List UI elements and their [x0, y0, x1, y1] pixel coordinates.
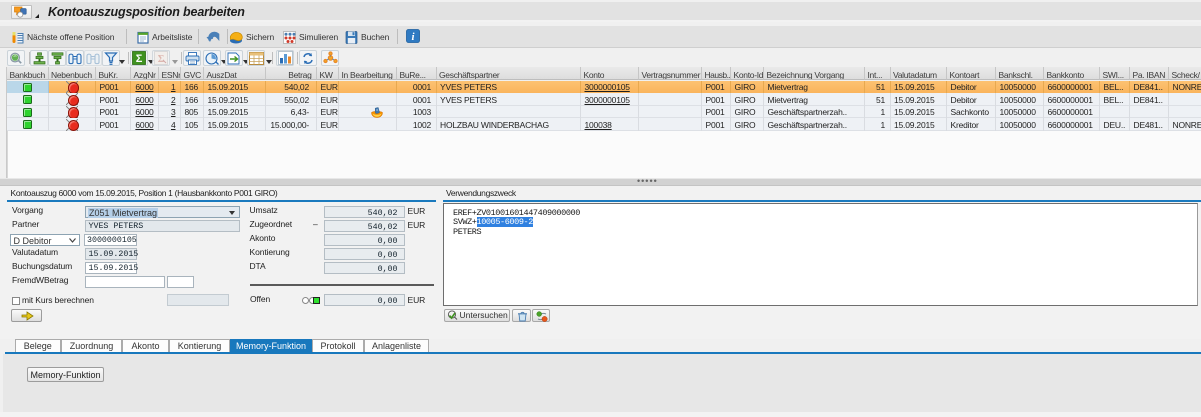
svg-text:Σ: Σ [158, 54, 165, 65]
svg-text:Σ: Σ [136, 53, 143, 65]
